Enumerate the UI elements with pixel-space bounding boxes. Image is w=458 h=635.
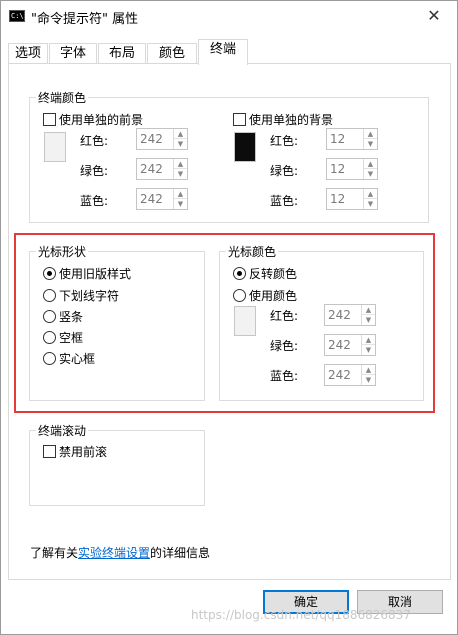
foreground-blue-spinner[interactable]: 242 ▲ ▼: [136, 188, 188, 210]
background-green-spinner[interactable]: 12 ▲ ▼: [326, 158, 378, 180]
spin-down-icon[interactable]: ▼: [364, 169, 377, 179]
spin-down-icon[interactable]: ▼: [174, 199, 187, 209]
watermark: https://blog.csdn.net/qq1886826837: [191, 608, 411, 622]
separate-foreground-checkbox[interactable]: 使用单独的前景: [43, 111, 143, 127]
foreground-green-label: 绿色:: [80, 164, 109, 178]
terminal-colors-title: 终端颜色: [36, 89, 89, 106]
foreground-blue-value: 242: [140, 192, 163, 206]
background-red-value: 12: [330, 132, 346, 146]
annotation-highlight-box: [14, 233, 435, 413]
info-text: 了解有关实验终端设置的详细信息: [30, 544, 210, 561]
console-app-icon: C:\: [9, 10, 25, 22]
spin-arrows[interactable]: ▲ ▼: [173, 189, 187, 209]
tab-options[interactable]: 选项: [8, 43, 48, 64]
terminal-scroll-title: 终端滚动: [36, 422, 89, 439]
spin-down-icon[interactable]: ▼: [364, 199, 377, 209]
terminal-colors-group: 终端颜色 使用单独的前景 红色: 242 ▲ ▼ 绿色: 242 ▲ ▼ 蓝色: 2…: [29, 89, 429, 223]
terminal-scroll-group: 终端滚动 禁用前滚: [29, 422, 205, 506]
background-red-label: 红色:: [270, 134, 299, 148]
disable-scroll-forward-label: 禁用前滚: [59, 445, 108, 459]
background-swatch: [234, 132, 256, 162]
separate-background-box[interactable]: [233, 113, 246, 126]
info-prefix: 了解有关: [30, 546, 79, 560]
background-green-value: 12: [330, 162, 346, 176]
tab-terminal[interactable]: 终端: [198, 39, 248, 65]
spin-down-icon[interactable]: ▼: [174, 169, 187, 179]
spin-up-icon[interactable]: ▲: [364, 129, 377, 139]
title-bar: C:\ "命令提示符" 属性 ✕: [1, 1, 457, 31]
separate-background-checkbox[interactable]: 使用单独的背景: [233, 111, 333, 127]
separate-background-label: 使用单独的背景: [249, 113, 334, 127]
disable-scroll-forward-checkbox[interactable]: 禁用前滚: [43, 443, 107, 459]
separate-foreground-label: 使用单独的前景: [59, 113, 144, 127]
experimental-settings-link[interactable]: 实验终端设置: [78, 546, 150, 560]
window-title: "命令提示符" 属性: [31, 12, 139, 27]
background-blue-spinner[interactable]: 12 ▲ ▼: [326, 188, 378, 210]
tab-font[interactable]: 字体: [49, 43, 97, 64]
console-app-icon-text: C:\: [11, 12, 24, 20]
close-button[interactable]: ✕: [411, 1, 457, 31]
background-blue-label: 蓝色:: [270, 194, 299, 208]
foreground-green-value: 242: [140, 162, 163, 176]
spin-arrows[interactable]: ▲ ▼: [173, 129, 187, 149]
background-blue-value: 12: [330, 192, 346, 206]
foreground-green-spinner[interactable]: 242 ▲ ▼: [136, 158, 188, 180]
spin-up-icon[interactable]: ▲: [364, 159, 377, 169]
disable-scroll-forward-box[interactable]: [43, 445, 56, 458]
properties-window: C:\ "命令提示符" 属性 ✕ 选项 字体 布局 颜色 终端 终端颜色 使用单…: [0, 0, 458, 635]
spin-down-icon[interactable]: ▼: [364, 139, 377, 149]
foreground-red-label: 红色:: [80, 134, 109, 148]
spin-down-icon[interactable]: ▼: [174, 139, 187, 149]
foreground-red-spinner[interactable]: 242 ▲ ▼: [136, 128, 188, 150]
foreground-blue-label: 蓝色:: [80, 194, 109, 208]
spin-arrows[interactable]: ▲ ▼: [173, 159, 187, 179]
foreground-swatch: [44, 132, 66, 162]
spin-up-icon[interactable]: ▲: [174, 159, 187, 169]
spin-up-icon[interactable]: ▲: [174, 129, 187, 139]
tab-layout[interactable]: 布局: [98, 43, 146, 64]
foreground-red-value: 242: [140, 132, 163, 146]
tab-strip: 选项 字体 布局 颜色 终端: [8, 39, 448, 65]
background-green-label: 绿色:: [270, 164, 299, 178]
spin-arrows[interactable]: ▲ ▼: [363, 189, 377, 209]
separate-foreground-box[interactable]: [43, 113, 56, 126]
background-red-spinner[interactable]: 12 ▲ ▼: [326, 128, 378, 150]
spin-arrows[interactable]: ▲ ▼: [363, 159, 377, 179]
spin-up-icon[interactable]: ▲: [364, 189, 377, 199]
info-suffix: 的详细信息: [150, 546, 211, 560]
tab-colors[interactable]: 颜色: [147, 43, 197, 64]
spin-up-icon[interactable]: ▲: [174, 189, 187, 199]
spin-arrows[interactable]: ▲ ▼: [363, 129, 377, 149]
